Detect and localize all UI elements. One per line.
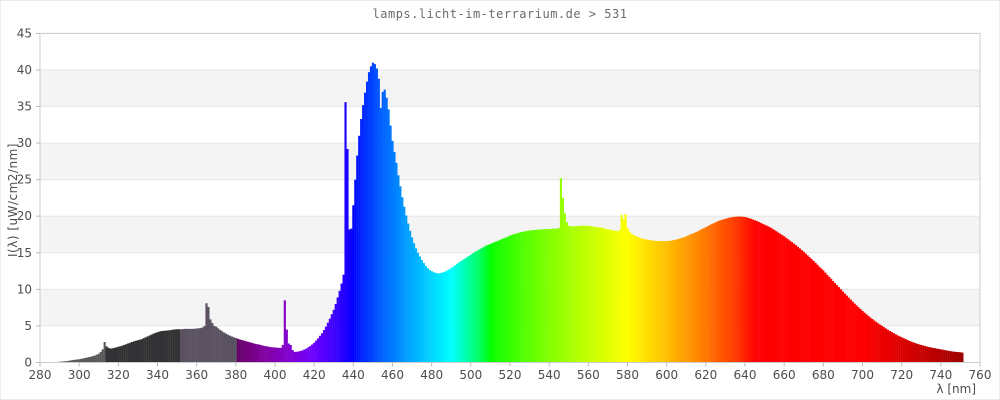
x-tick-label: 620: [694, 368, 717, 382]
x-tick-label: 480: [420, 368, 443, 382]
y-axis: 0 5 10 15 20 25 30 35 40 45: [17, 26, 40, 370]
x-tick-label: 760: [969, 368, 992, 382]
x-tick-label: 540: [538, 368, 561, 382]
x-tick-label: 660: [773, 368, 796, 382]
x-tick-label: 340: [146, 368, 169, 382]
y-tick-label: 10: [17, 282, 32, 296]
y-tick-label: 35: [17, 100, 32, 114]
y-tick-label: 45: [17, 26, 32, 40]
x-tick-label: 520: [499, 368, 522, 382]
x-tick-label: 460: [381, 368, 404, 382]
x-axis: 280 300 320 340 360 380 400 420 440 460 480 500 520 5…: [29, 362, 992, 382]
x-tick-label: 580: [616, 368, 639, 382]
x-tick-label: 500: [459, 368, 482, 382]
x-tick-label: 400: [264, 368, 287, 382]
y-tick-label: 15: [17, 246, 32, 260]
x-axis-label: λ [nm]: [936, 382, 976, 396]
x-tick-label: 700: [851, 368, 874, 382]
spectrum-chart: 280 300 320 340 360 380 400 420 440 460 480 500 520 5…: [17, 26, 992, 382]
y-tick-label: 5: [24, 319, 32, 333]
y-tick-label: 0: [24, 356, 32, 370]
x-tick-label: 720: [890, 368, 913, 382]
x-tick-label: 320: [107, 368, 130, 382]
x-tick-label: 600: [655, 368, 678, 382]
y-tick-label: 40: [17, 63, 32, 77]
y-tick-label: 30: [17, 136, 32, 150]
x-tick-label: 680: [812, 368, 835, 382]
x-tick-label: 640: [734, 368, 757, 382]
x-tick-label: 560: [577, 368, 600, 382]
page: { "header": { "title": "lamps.licht-im-t…: [0, 0, 1000, 400]
y-tick-label: 20: [17, 209, 32, 223]
x-tick-label: 300: [68, 368, 91, 382]
x-tick-label: 380: [224, 368, 247, 382]
y-tick-label: 25: [17, 173, 32, 187]
x-tick-label: 360: [185, 368, 208, 382]
x-tick-label: 420: [303, 368, 326, 382]
x-tick-label: 740: [929, 368, 952, 382]
x-tick-label: 280: [29, 368, 52, 382]
x-tick-label: 440: [342, 368, 365, 382]
